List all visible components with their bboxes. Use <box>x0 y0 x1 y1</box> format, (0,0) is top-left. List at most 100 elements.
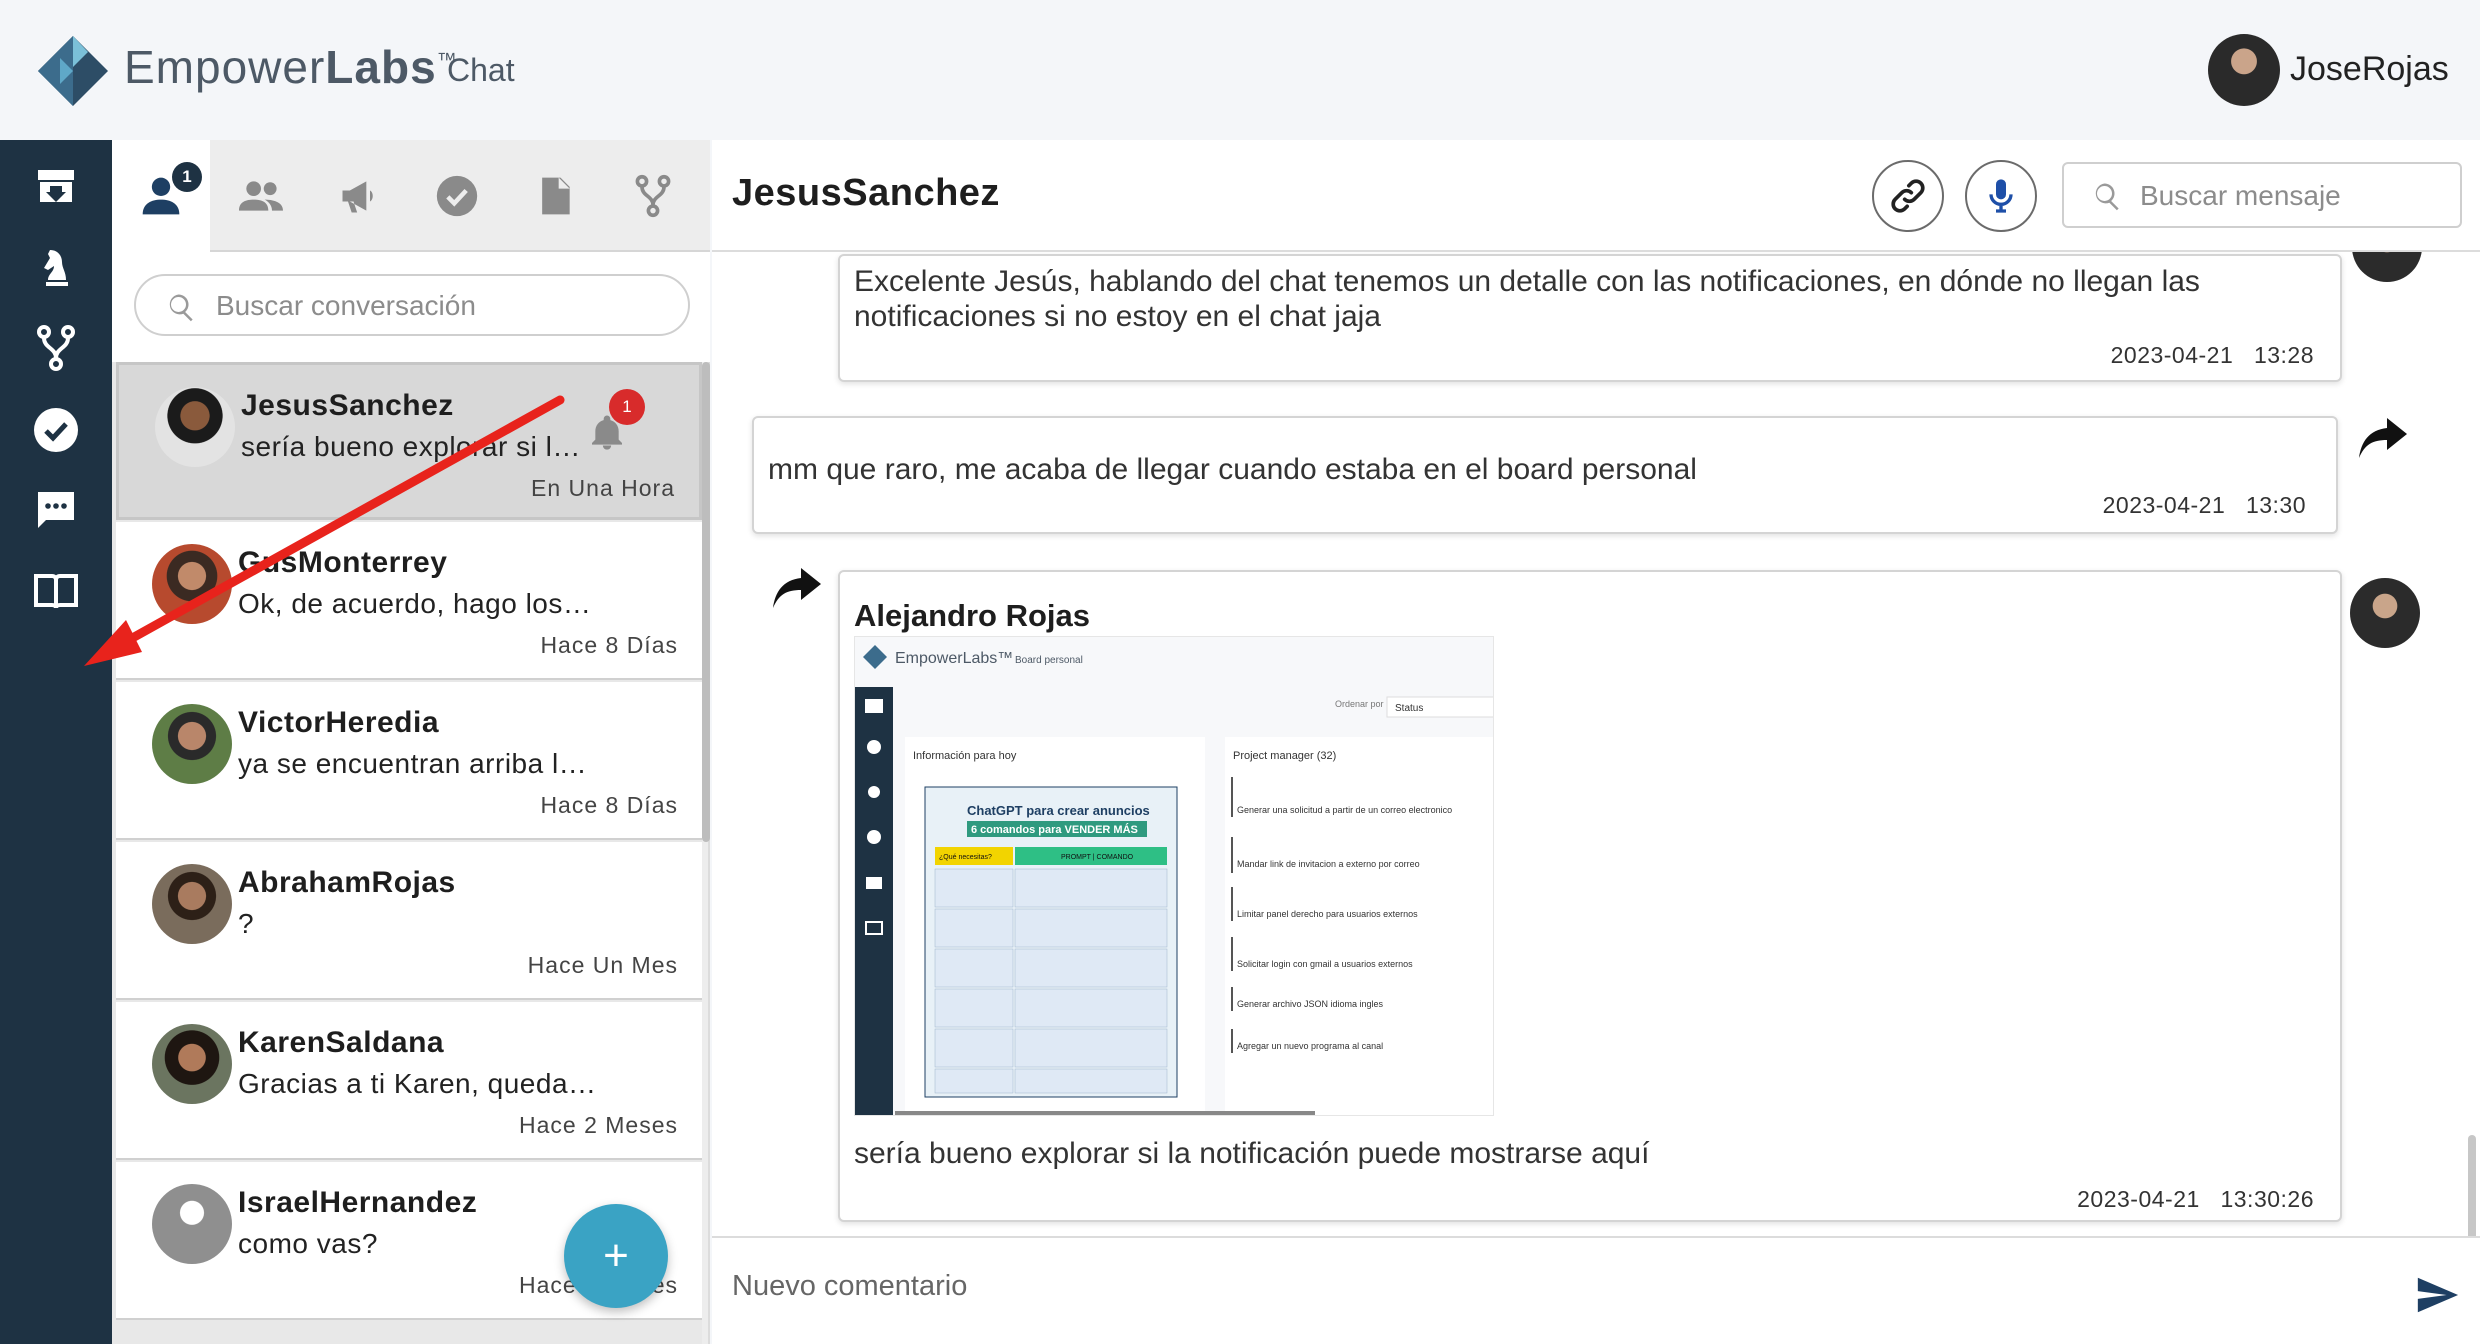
forward-icon[interactable] <box>2358 418 2408 458</box>
chess-knight-icon[interactable] <box>28 240 84 296</box>
conversation-time: Hace Un Mes <box>527 952 678 978</box>
conversation-time: Hace 8 Días <box>540 792 678 818</box>
conversation-last-message: sería bueno explorar si l… <box>241 431 581 462</box>
logo-wordmark: EmpowerLabs™ <box>124 41 458 93</box>
message-timestamp: 2023-04-21 13:30:26 <box>2077 1186 2314 1212</box>
embedded-section: Board personal <box>1015 655 1083 666</box>
board-screenshot-image: EmpowerLabs™ Board personal Ordenar por … <box>855 637 1493 1115</box>
conversation-item[interactable]: GusMonterrey Ok, de acuerdo, hago los… H… <box>116 522 702 680</box>
tab-tasks[interactable] <box>408 140 506 252</box>
avatar <box>152 864 232 944</box>
message-search-input[interactable] <box>2140 174 2450 218</box>
tab-badge: 1 <box>172 162 202 192</box>
send-icon <box>2417 1277 2459 1313</box>
book-icon[interactable] <box>28 564 84 620</box>
side-rail <box>0 140 112 1344</box>
message-list: Excelente Jesús, hablando del chat tenem… <box>712 252 2480 1236</box>
section-title: Chat <box>447 52 515 88</box>
embedded-task: Mandar link de invitacion a externo por … <box>1237 859 1420 869</box>
comment-input[interactable] <box>732 1258 2372 1314</box>
check-circle-icon[interactable] <box>28 402 84 458</box>
message-image[interactable]: EmpowerLabs™ Board personal Ordenar por … <box>854 636 1494 1116</box>
tab-documents[interactable] <box>506 140 604 252</box>
conversation-name: VictorHeredia <box>238 706 440 739</box>
chat-area: JesusSanchez Excelente Jesús, hablando d… <box>712 140 2480 1344</box>
tab-branches[interactable] <box>604 140 702 252</box>
conversation-name: AbrahamRojas <box>238 866 456 899</box>
document-icon <box>542 177 570 215</box>
link-button[interactable] <box>1872 160 1944 232</box>
avatar <box>155 387 235 467</box>
embedded-card-title: ChatGPT para crear anuncios <box>967 803 1150 818</box>
conversation-last-message: ? <box>238 908 255 939</box>
conversation-item[interactable]: JesusSanchez sería bueno explorar si l… … <box>116 362 702 520</box>
embedded-filter-label: Ordenar por <box>1335 699 1384 709</box>
embedded-task: Generar archivo JSON idioma ingles <box>1237 999 1384 1009</box>
embedded-panel-left-title: Información para hoy <box>913 750 1017 762</box>
user-avatar[interactable] <box>2208 34 2280 106</box>
conversation-panel: 1 Buscar conversación JesusSanchez sería… <box>112 140 710 1344</box>
new-conversation-button[interactable]: + <box>564 1204 668 1308</box>
tab-announcements[interactable] <box>310 140 408 252</box>
embedded-task: Limitar panel derecho para usuarios exte… <box>1237 909 1418 919</box>
embedded-logo: EmpowerLabs™ <box>895 650 1013 667</box>
message-text: sería bueno explorar si la notificación … <box>854 1137 1650 1170</box>
tab-groups[interactable] <box>212 140 310 252</box>
message-timestamp: 2023-04-21 13:30 <box>2102 492 2306 518</box>
search-icon <box>2095 183 2119 211</box>
forward-icon[interactable] <box>772 568 822 608</box>
conversation-item[interactable]: AbrahamRojas ? Hace Un Mes <box>116 842 702 1000</box>
conversation-scrollbar[interactable] <box>702 362 710 842</box>
conversation-search <box>134 274 690 336</box>
conversation-last-message: Ok, de acuerdo, hago los… <box>238 588 592 619</box>
conversation-item[interactable]: VictorHeredia ya se encuentran arriba l…… <box>116 682 702 840</box>
user-name[interactable]: JoseRojas <box>2290 50 2449 89</box>
conversation-name: JesusSanchez <box>241 389 454 422</box>
empowerlabs-logo-icon <box>38 36 108 106</box>
send-button[interactable] <box>2414 1272 2460 1318</box>
message-sender: Alejandro Rojas <box>854 598 1090 633</box>
conversation-search-area <box>112 252 710 362</box>
megaphone-icon <box>342 181 373 213</box>
embedded-card-col2: PROMPT | COMANDO <box>1061 854 1134 861</box>
link-icon <box>1891 179 1925 213</box>
conversation-search-input[interactable] <box>216 284 676 328</box>
tab-direct[interactable]: 1 <box>112 140 210 252</box>
notification-badge: 1 <box>609 389 645 425</box>
microphone-icon <box>1989 179 2013 213</box>
check-circle-icon <box>436 175 478 217</box>
avatar <box>152 704 232 784</box>
embedded-filter-value: Status <box>1395 703 1423 714</box>
top-header: EmpowerLabs™ Chat JoseRojas <box>0 0 2480 140</box>
message-bubble: mm que raro, me acaba de llegar cuando e… <box>752 416 2338 534</box>
conversation-list: JesusSanchez sería bueno explorar si l… … <box>112 362 702 1344</box>
avatar <box>152 544 232 624</box>
avatar-placeholder <box>152 1184 232 1264</box>
conversation-last-message: ya se encuentran arriba l… <box>238 748 588 779</box>
message-composer <box>712 1236 2480 1344</box>
microphone-button[interactable] <box>1965 160 2037 232</box>
fork-icon[interactable] <box>28 320 84 376</box>
conversation-name: IsraelHernandez <box>238 1186 478 1219</box>
embedded-task: Agregar un nuevo programa al canal <box>1237 1041 1383 1051</box>
embedded-task: Solicitar login con gmail a usuarios ext… <box>1237 959 1413 969</box>
avatar <box>152 1024 232 1104</box>
embedded-task: Generar una solicitud a partir de un cor… <box>1237 805 1452 815</box>
message-bubble: Excelente Jesús, hablando del chat tenem… <box>838 254 2342 382</box>
conversation-last-message: Gracias a ti Karen, queda… <box>238 1068 597 1099</box>
embedded-panel-right-title: Project manager (32) <box>1233 750 1336 762</box>
fork-icon <box>635 174 671 218</box>
message-text: Excelente Jesús, hablando del chat tenem… <box>854 265 2200 333</box>
group-icon <box>239 181 283 211</box>
conversation-time: Hace 8 Días <box>540 632 678 658</box>
message-timestamp: 2023-04-21 13:28 <box>2110 342 2314 368</box>
search-icon <box>169 294 193 322</box>
inbox-icon[interactable] <box>28 158 84 214</box>
message-text: mm que raro, me acaba de llegar cuando e… <box>768 453 1697 486</box>
conversation-last-message: como vas? <box>238 1228 378 1259</box>
conversation-time: Hace 2 Meses <box>518 1112 678 1138</box>
chat-title: JesusSanchez <box>732 172 1000 214</box>
chat-bubble-icon[interactable] <box>28 482 84 538</box>
conversation-name: KarenSaldana <box>238 1026 445 1059</box>
conversation-item[interactable]: KarenSaldana Gracias a ti Karen, queda… … <box>116 1002 702 1160</box>
